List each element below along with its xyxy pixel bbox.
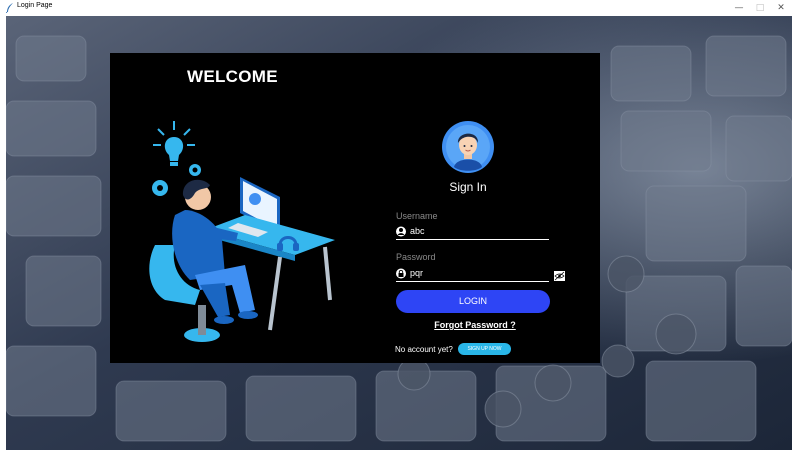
user-icon bbox=[396, 226, 406, 237]
password-label: Password bbox=[396, 252, 436, 262]
username-field[interactable]: abc bbox=[396, 225, 549, 240]
window-title: Login Page bbox=[17, 2, 53, 9]
sign-up-button[interactable]: SIGN UP NOW bbox=[458, 343, 511, 355]
close-button[interactable]: ✕ bbox=[770, 0, 792, 16]
lock-icon bbox=[396, 268, 406, 279]
password-field[interactable]: pqr bbox=[396, 267, 549, 282]
password-value: pqr bbox=[410, 268, 424, 278]
user-avatar-icon bbox=[442, 121, 494, 173]
show-password-icon[interactable] bbox=[554, 271, 565, 281]
no-account-label: No account yet? bbox=[395, 345, 453, 354]
login-window: Login Page — □ ✕ WELCOME Sign In Usernam… bbox=[0, 0, 792, 450]
login-button[interactable]: LOGIN bbox=[396, 290, 550, 313]
title-bar: Login Page — □ ✕ bbox=[0, 0, 792, 16]
forgot-password-link[interactable]: Forgot Password ? bbox=[420, 320, 530, 330]
sign-in-heading: Sign In bbox=[449, 180, 487, 194]
maximize-button[interactable]: □ bbox=[749, 0, 771, 16]
username-label: Username bbox=[396, 211, 438, 221]
person-at-computer-illustration bbox=[149, 121, 335, 342]
username-value: abc bbox=[410, 226, 425, 236]
lightbulb-icon bbox=[153, 121, 195, 166]
minimize-button[interactable]: — bbox=[728, 0, 750, 16]
feather-icon bbox=[6, 3, 13, 13]
welcome-heading: WELCOME bbox=[187, 67, 278, 86]
